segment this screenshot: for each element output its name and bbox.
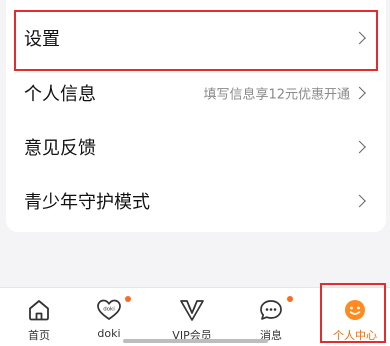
tab-vip[interactable]: VIP会员 bbox=[153, 288, 231, 346]
menu-item-label: 青少年守护模式 bbox=[24, 192, 150, 213]
menu-item-label: 设置 bbox=[24, 29, 60, 50]
home-indicator-bar bbox=[123, 339, 268, 343]
doki-heart-icon: doki bbox=[97, 299, 121, 320]
notification-badge bbox=[287, 296, 293, 302]
menu-item-feedback[interactable]: 意见反馈 bbox=[6, 120, 386, 174]
chevron-right-icon bbox=[353, 86, 366, 100]
settings-menu-card: 设置 个人信息 填写信息享12元优惠开通 意见反馈 青少年守护模式 bbox=[6, 0, 386, 232]
vip-crown-icon bbox=[180, 300, 204, 321]
chevron-right-icon bbox=[353, 194, 366, 208]
menu-item-personal-info[interactable]: 个人信息 填写信息享12元优惠开通 bbox=[6, 66, 386, 120]
menu-item-label: 意见反馈 bbox=[24, 138, 96, 159]
bottom-tab-bar: 首页 doki doki VIP会员 消息 个人中心 bbox=[0, 287, 390, 346]
tab-messages[interactable]: 消息 bbox=[232, 288, 310, 346]
message-bubble-icon bbox=[260, 300, 282, 320]
tab-home[interactable]: 首页 bbox=[0, 288, 78, 346]
tab-doki[interactable]: doki doki bbox=[70, 288, 148, 346]
menu-item-label: 个人信息 bbox=[24, 84, 96, 105]
smiley-face-icon bbox=[345, 300, 365, 320]
notification-badge bbox=[125, 296, 131, 302]
menu-item-youth-mode[interactable]: 青少年守护模式 bbox=[6, 174, 386, 228]
chevron-right-icon bbox=[353, 140, 366, 154]
tab-profile-center[interactable]: 个人中心 bbox=[316, 288, 390, 346]
tab-label: 个人中心 bbox=[333, 329, 377, 342]
menu-item-settings[interactable]: 设置 bbox=[6, 11, 386, 65]
svg-text:doki: doki bbox=[103, 307, 115, 313]
chevron-right-icon bbox=[353, 31, 366, 45]
menu-item-hint: 填写信息享12元优惠开通 bbox=[203, 87, 350, 103]
tab-label: 首页 bbox=[28, 329, 50, 342]
home-icon bbox=[29, 300, 49, 321]
